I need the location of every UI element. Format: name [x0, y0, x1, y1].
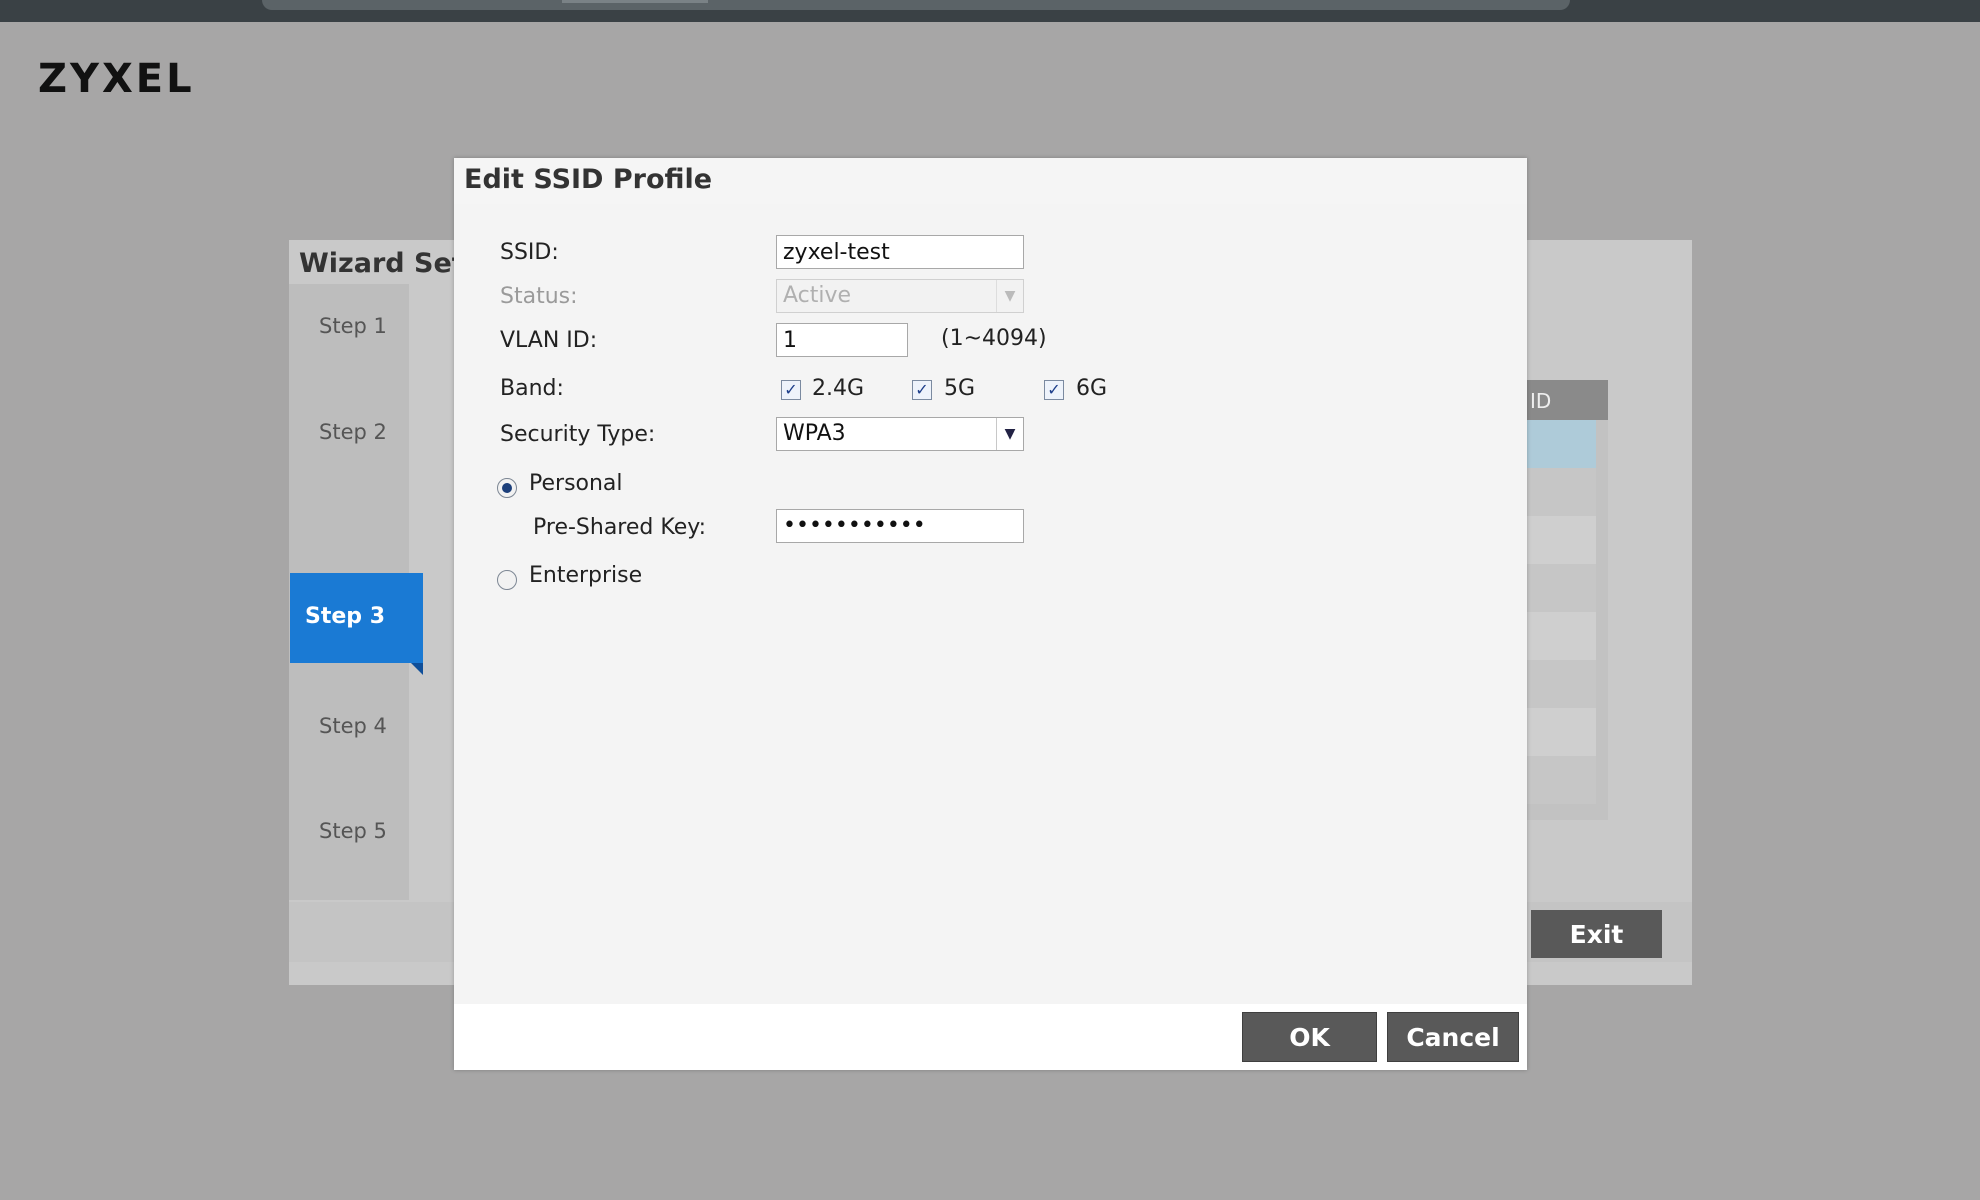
pre-shared-key-value: •••••••••••	[783, 513, 926, 538]
browser-tabbar	[262, 0, 1570, 10]
personal-radio[interactable]	[497, 478, 517, 498]
band-5g-checkbox[interactable]: ✓	[912, 380, 932, 400]
vlan-id-range-hint: (1~4094)	[941, 326, 1047, 351]
table-row[interactable]	[1522, 660, 1596, 708]
wizard-step-3-label: Step 3	[305, 604, 385, 629]
band-2-4g-label: 2.4G	[812, 376, 865, 401]
enterprise-label: Enterprise	[529, 563, 643, 588]
chevron-down-icon: ▼	[996, 280, 1023, 312]
vlan-id-label: VLAN ID:	[500, 328, 598, 353]
pre-shared-key-input[interactable]: •••••••••••	[776, 509, 1024, 543]
background-table: ID	[1522, 380, 1608, 820]
personal-label: Personal	[529, 471, 623, 496]
table-row[interactable]	[1522, 516, 1596, 564]
ssid-input[interactable]	[776, 235, 1024, 269]
band-6g-checkbox[interactable]: ✓	[1044, 380, 1064, 400]
wizard-step-4[interactable]: Step 4	[319, 714, 387, 738]
table-row[interactable]	[1522, 420, 1596, 468]
security-type-select[interactable]: WPA3 ▼	[776, 417, 1024, 451]
exit-button[interactable]: Exit	[1531, 910, 1662, 958]
browser-top-strip	[0, 0, 1980, 22]
security-type-label: Security Type:	[500, 422, 656, 447]
table-header-id: ID	[1522, 380, 1608, 420]
checkmark-icon: ✓	[1047, 380, 1061, 399]
wizard-step-5[interactable]: Step 5	[319, 819, 387, 843]
status-value: Active	[783, 283, 852, 308]
wizard-step-list: Step 1 Step 2 Step 3 Step 4 Step 5	[289, 284, 423, 900]
table-row[interactable]	[1522, 612, 1596, 660]
edit-ssid-dialog: Edit SSID Profile SSID: Status: Active ▼…	[454, 158, 1527, 1070]
status-select: Active ▼	[776, 279, 1024, 313]
ssid-label: SSID:	[500, 240, 559, 265]
band-6g-label: 6G	[1076, 376, 1108, 401]
wizard-step-2[interactable]: Step 2	[319, 420, 387, 444]
dialog-title: Edit SSID Profile	[464, 164, 713, 195]
table-row[interactable]	[1522, 468, 1596, 516]
ok-button[interactable]: OK	[1242, 1012, 1377, 1062]
security-type-value: WPA3	[783, 421, 846, 446]
vlan-id-input[interactable]	[776, 323, 908, 357]
chevron-down-icon: ▼	[996, 418, 1023, 450]
table-row[interactable]	[1522, 564, 1596, 612]
table-row[interactable]	[1522, 708, 1596, 756]
band-5g-label: 5G	[944, 376, 976, 401]
wizard-step-1[interactable]: Step 1	[319, 314, 387, 338]
pre-shared-key-label: Pre-Shared Key:	[533, 515, 707, 540]
checkmark-icon: ✓	[784, 380, 798, 399]
cancel-button[interactable]: Cancel	[1387, 1012, 1519, 1062]
dialog-body	[454, 204, 1527, 1004]
zyxel-logo: ZYXEL	[38, 56, 195, 102]
wizard-title: Wizard Sett	[299, 248, 478, 279]
active-step-notch	[411, 663, 423, 675]
enterprise-radio[interactable]	[497, 570, 517, 590]
wizard-step-3-active[interactable]: Step 3	[290, 573, 423, 675]
status-label: Status:	[500, 284, 578, 309]
band-2-4g-checkbox[interactable]: ✓	[781, 380, 801, 400]
table-row[interactable]	[1522, 756, 1596, 804]
checkmark-icon: ✓	[915, 380, 929, 399]
browser-tab[interactable]	[562, 0, 708, 3]
band-label: Band:	[500, 376, 564, 401]
table-header-label: ID	[1530, 389, 1552, 413]
